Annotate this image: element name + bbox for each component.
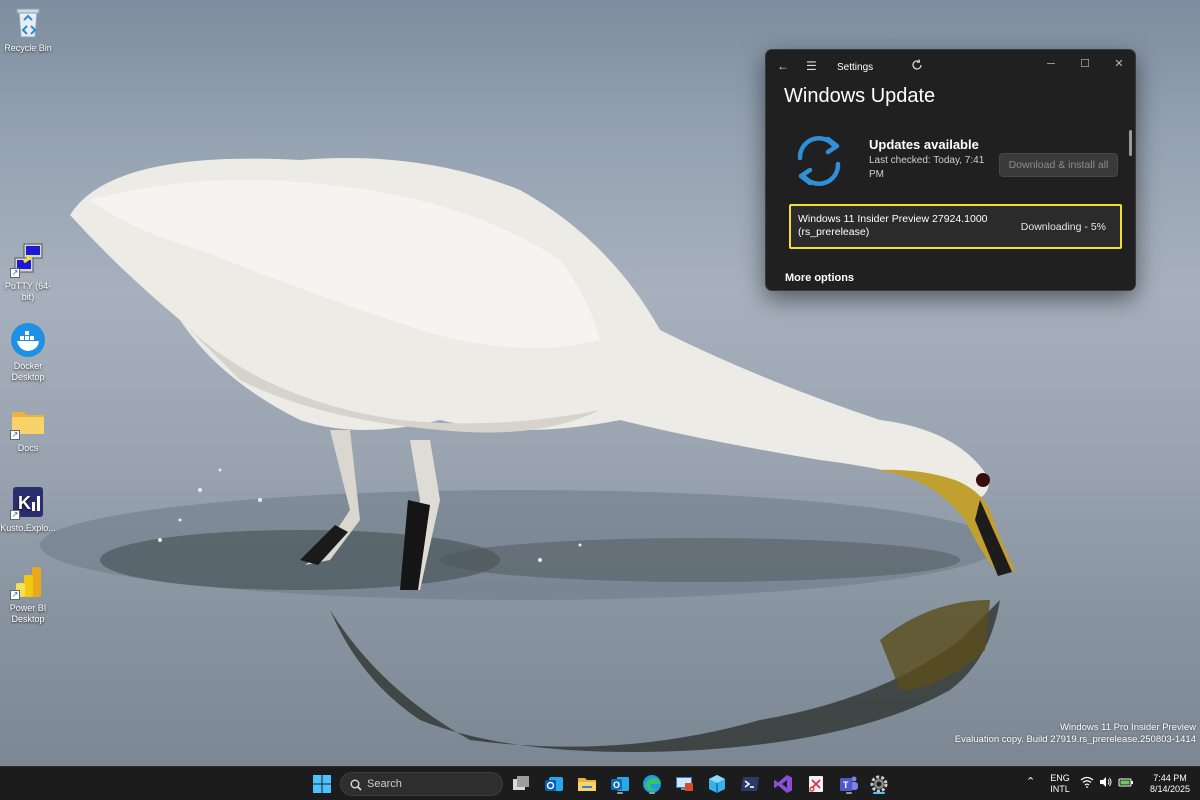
shortcut-arrow-icon: ↗ <box>10 268 20 278</box>
wifi-icon[interactable] <box>1080 776 1094 791</box>
search-icon <box>350 779 362 791</box>
shortcut-arrow-icon: ↗ <box>10 590 20 600</box>
sync-icon <box>790 132 848 195</box>
snipping-tool-icon[interactable] <box>805 773 827 795</box>
desktop-icon-label: Docs <box>17 443 39 453</box>
watermark-edition: Windows 11 Pro Insider Preview <box>1059 722 1196 733</box>
title-bar[interactable]: ← ☰ Settings ─ ☐ ✕ <box>766 50 1135 84</box>
update-name: Windows 11 Insider Preview 27924.1000 (r… <box>798 213 988 238</box>
minimize-icon[interactable]: ─ <box>1034 54 1068 74</box>
power-bi-icon: ↗ <box>10 564 46 600</box>
close-icon[interactable]: ✕ <box>1102 54 1135 74</box>
search-placeholder: Search <box>367 778 402 790</box>
desktop-icon-label: PuTTY (64-bit) <box>4 281 52 302</box>
remote-desktop-icon[interactable] <box>673 773 695 795</box>
desktop-icon-label: Recycle Bin <box>4 43 52 53</box>
clock-date: 8/14/2025 <box>1149 784 1191 794</box>
outlook-icon[interactable]: O <box>609 773 631 795</box>
clock-time: 7:44 PM <box>1153 773 1187 783</box>
last-checked-text: Last checked: Today, 7:41 PM <box>869 155 985 180</box>
language-indicator[interactable]: ENG INTL <box>1046 773 1074 795</box>
clock[interactable]: 7:44 PM 8/14/2025 <box>1143 773 1197 795</box>
desktop-icon-putty[interactable]: ↗ PuTTY (64-bit) <box>0 242 56 303</box>
keyboard-layout: INTL <box>1050 784 1070 794</box>
taskbar: Search O T ⌃ ENG INTL 7:44 PM 8/14/2025 <box>0 766 1200 800</box>
scrollbar[interactable] <box>1129 130 1132 156</box>
hamburger-menu-icon[interactable]: ☰ <box>806 59 817 73</box>
back-arrow-icon[interactable]: ← <box>777 59 789 73</box>
maximize-icon[interactable]: ☐ <box>1068 54 1102 74</box>
outlook-new-icon[interactable] <box>543 773 565 795</box>
status-title: Updates available <box>869 137 979 152</box>
watermark-build: Evaluation copy. Build 27919.rs_prerelea… <box>954 734 1196 745</box>
desktop-icon-power-bi[interactable]: ↗ Power BI Desktop <box>0 564 56 625</box>
desktop-icon-label: Docker Desktop <box>11 361 45 382</box>
folder-icon: ↗ <box>10 404 46 440</box>
powershell-icon[interactable] <box>739 773 761 795</box>
volume-icon[interactable] <box>1099 776 1113 791</box>
download-install-all-button[interactable]: Download & install all <box>999 153 1118 177</box>
svg-text:O: O <box>613 780 620 790</box>
desktop-icon-docs[interactable]: ↗ Docs <box>0 404 56 454</box>
windows-watermark: Windows 11 Pro Insider Preview Evaluatio… <box>955 722 1196 746</box>
running-indicator <box>649 792 655 794</box>
recycle-bin-icon <box>10 4 46 40</box>
shortcut-arrow-icon: ↗ <box>10 430 20 440</box>
desktop-icon-recycle-bin[interactable]: Recycle Bin <box>0 4 56 54</box>
visual-studio-icon[interactable] <box>772 773 794 795</box>
settings-window[interactable]: ← ☰ Settings ─ ☐ ✕ Windows Update Update… <box>765 49 1136 291</box>
battery-icon[interactable] <box>1118 776 1134 791</box>
more-options-heading: More options <box>785 272 855 284</box>
desktop-icon-kusto[interactable]: K ↗ Kusto.Explo... <box>0 484 56 534</box>
running-indicator <box>617 792 623 794</box>
desktop-icon-label: Power BI Desktop <box>9 603 47 624</box>
azure-data-icon[interactable] <box>706 773 728 795</box>
shortcut-arrow-icon: ↗ <box>10 510 20 520</box>
update-item[interactable]: Windows 11 Insider Preview 27924.1000 (r… <box>789 204 1122 249</box>
putty-icon: ↗ <box>10 242 46 278</box>
file-explorer-icon[interactable] <box>576 773 598 795</box>
svg-text:T: T <box>843 780 849 790</box>
active-indicator <box>873 792 885 794</box>
start-icon[interactable] <box>311 773 333 795</box>
refresh-search-icon[interactable] <box>911 59 923 74</box>
kusto-explorer-icon: K ↗ <box>10 484 46 520</box>
edge-icon[interactable] <box>641 773 663 795</box>
taskbar-search[interactable]: Search <box>340 772 503 796</box>
desktop-icon-docker[interactable]: Docker Desktop <box>0 322 56 383</box>
docker-icon <box>10 322 46 358</box>
teams-icon[interactable]: T <box>838 773 860 795</box>
app-title: Settings <box>837 62 874 73</box>
page-title: Windows Update <box>784 85 936 107</box>
settings-icon[interactable] <box>868 773 890 795</box>
running-indicator <box>846 792 852 794</box>
desktop-icon-label: Kusto.Explo... <box>0 523 56 533</box>
language-code: ENG <box>1050 773 1070 783</box>
update-status: Downloading - 5% <box>1020 221 1106 233</box>
show-hidden-icons-chevron-icon[interactable]: ⌃ <box>1026 777 1035 788</box>
task-view-icon[interactable] <box>510 773 532 795</box>
